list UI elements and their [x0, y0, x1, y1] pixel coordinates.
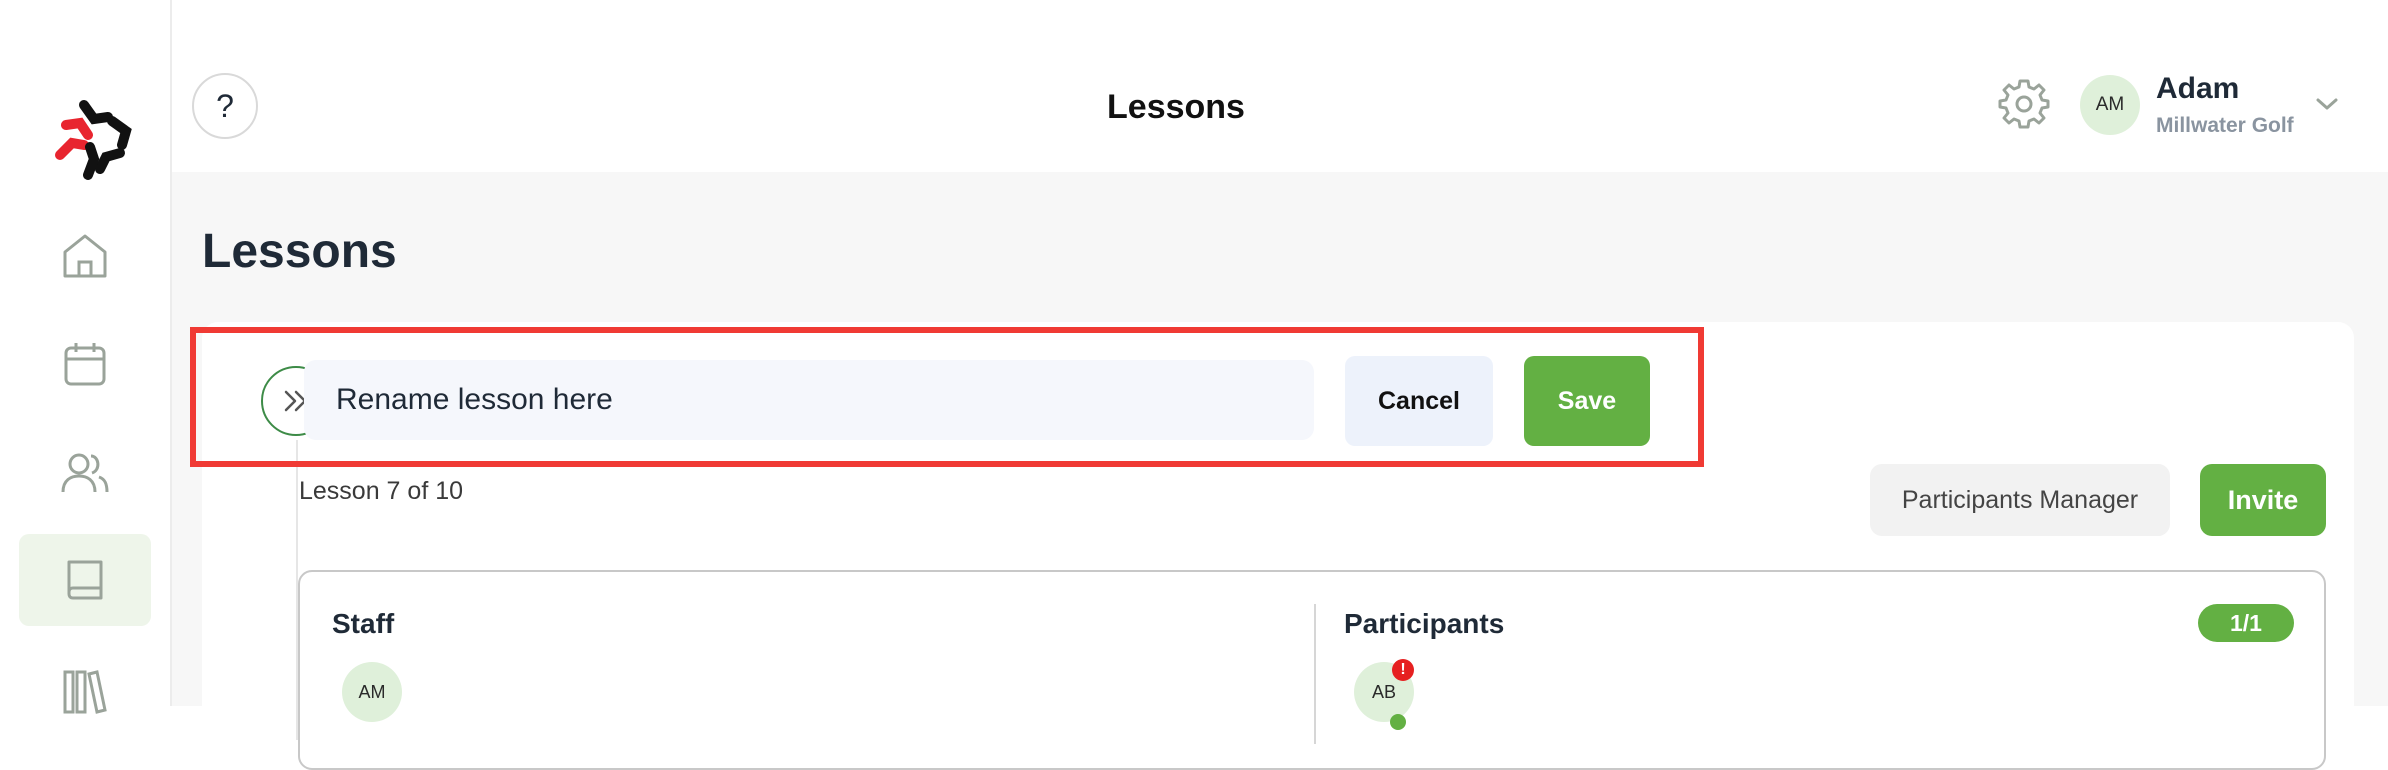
user-name[interactable]: Adam — [2156, 72, 2239, 106]
user-org: Millwater Golf — [2156, 114, 2294, 137]
users-icon — [61, 453, 109, 493]
save-button[interactable]: Save — [1524, 356, 1650, 446]
sidebar-item-library[interactable] — [19, 642, 151, 734]
library-icon — [63, 670, 107, 714]
lesson-count: Lesson 7 of 10 — [299, 477, 464, 505]
participants-title: Participants — [1344, 608, 1505, 639]
sidebar-item-users[interactable] — [19, 426, 151, 518]
sidebar-item-calendar[interactable] — [19, 318, 151, 410]
app-logo[interactable] — [50, 95, 136, 181]
sidebar-item-home[interactable] — [19, 210, 151, 302]
top-bar: ? Lessons AM Adam Millwater Golf — [172, 0, 2388, 172]
rename-lesson-input[interactable] — [304, 360, 1314, 440]
participants-count-badge: 1/1 — [2198, 604, 2294, 642]
roster-panel: Staff AM Participants 1/1 AB ! — [298, 570, 2326, 770]
cancel-button[interactable]: Cancel — [1345, 356, 1493, 446]
logo-icon — [55, 100, 132, 180]
chevron-down-icon[interactable] — [2312, 92, 2342, 116]
staff-title: Staff — [332, 608, 395, 639]
main-content: Lessons Cancel Save Lesson 7 of 10 Parti… — [172, 172, 2388, 770]
roster-divider — [1314, 604, 1316, 744]
sidebar-item-lessons[interactable] — [19, 534, 151, 626]
gear-icon[interactable] — [1996, 76, 2052, 132]
calendar-icon — [64, 343, 106, 386]
user-avatar[interactable]: AM — [2080, 75, 2140, 135]
participants-manager-button[interactable]: Participants Manager — [1870, 464, 2170, 536]
staff-avatar[interactable]: AM — [342, 662, 402, 722]
lesson-card: Cancel Save Lesson 7 of 10 Participants … — [202, 322, 2354, 770]
status-dot — [1390, 714, 1406, 730]
home-icon — [63, 234, 107, 278]
top-title: Lessons — [1107, 88, 1245, 126]
sidebar — [0, 0, 172, 714]
invite-button[interactable]: Invite — [2200, 464, 2326, 536]
book-icon — [67, 560, 103, 600]
alert-badge: ! — [1392, 659, 1414, 681]
page-title: Lessons — [202, 225, 397, 278]
